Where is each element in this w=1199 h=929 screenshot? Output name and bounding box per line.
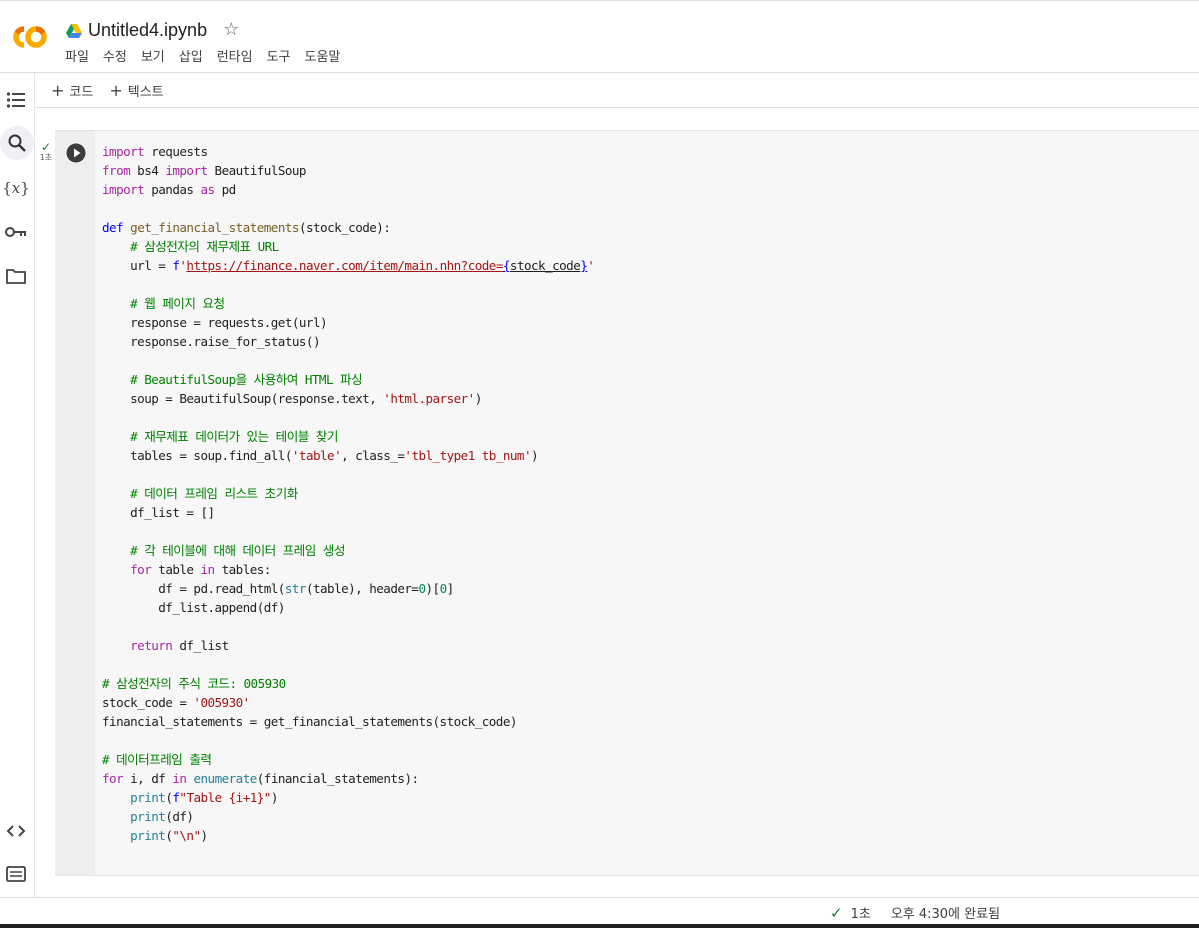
status-completed: 오후 4:30에 완료됨 bbox=[890, 907, 1001, 922]
code-line[interactable]: response.raise_for_status() bbox=[102, 332, 594, 351]
add-code-label: 코드 bbox=[69, 84, 94, 100]
status-duration: 1초 bbox=[850, 907, 871, 922]
menu-bar: 파일 수정 보기 삽입 런타임 도구 도움말 bbox=[58, 46, 347, 65]
check-icon: ✓ bbox=[830, 903, 843, 922]
code-line[interactable] bbox=[102, 275, 594, 294]
code-line[interactable]: response = requests.get(url) bbox=[102, 313, 594, 332]
code-line[interactable] bbox=[102, 655, 594, 674]
code-line[interactable]: from bs4 import BeautifulSoup bbox=[102, 161, 594, 180]
menu-help[interactable]: 도움말 bbox=[298, 46, 348, 65]
menu-file[interactable]: 파일 bbox=[58, 46, 96, 65]
code-line[interactable]: import requests bbox=[102, 142, 594, 161]
code-line[interactable]: # 웹 페이지 요청 bbox=[102, 294, 594, 313]
left-sidebar: {x} bbox=[0, 73, 35, 897]
code-line[interactable]: import pandas as pd bbox=[102, 180, 594, 199]
code-line[interactable] bbox=[102, 465, 594, 484]
code-line[interactable]: # 데이터프레임 출력 bbox=[102, 750, 594, 769]
code-line[interactable] bbox=[102, 522, 594, 541]
code-line[interactable]: # 재무제표 데이터가 있는 테이블 찾기 bbox=[102, 427, 594, 446]
add-text-label: 텍스트 bbox=[127, 84, 164, 100]
code-line[interactable]: def get_financial_statements(stock_code)… bbox=[102, 218, 594, 237]
code-line[interactable]: # 삼성전자의 주식 코드: 005930 bbox=[102, 674, 594, 693]
code-editor[interactable]: import requests from bs4 import Beautiful… bbox=[102, 142, 595, 845]
code-line[interactable]: for table in tables: bbox=[102, 560, 594, 579]
code-line[interactable]: df_list = [] bbox=[102, 503, 594, 522]
menu-edit[interactable]: 수정 bbox=[96, 46, 134, 65]
menu-runtime[interactable]: 런타임 bbox=[210, 46, 260, 65]
code-line[interactable]: # 각 테이블에 대해 데이터 프레임 생성 bbox=[102, 541, 594, 560]
google-drive-icon bbox=[66, 23, 82, 38]
code-line[interactable]: # 삼성전자의 재무제표 URL bbox=[102, 237, 594, 256]
header: Untitled4.ipynb ☆ 파일 수정 보기 삽입 런타임 도구 도움말 bbox=[0, 6, 1199, 73]
terminal-icon[interactable] bbox=[2, 860, 30, 888]
code-line[interactable] bbox=[102, 731, 594, 750]
menu-tools[interactable]: 도구 bbox=[260, 46, 298, 65]
code-line[interactable] bbox=[102, 617, 594, 636]
search-icon[interactable] bbox=[0, 126, 34, 160]
variables-icon[interactable]: {x} bbox=[2, 174, 30, 202]
code-line[interactable]: tables = soup.find_all('table', class_='… bbox=[102, 446, 594, 465]
code-line[interactable] bbox=[102, 408, 594, 427]
secrets-key-icon[interactable] bbox=[2, 218, 30, 246]
code-line[interactable] bbox=[102, 199, 594, 218]
files-folder-icon[interactable] bbox=[2, 262, 30, 290]
plus-icon: + bbox=[109, 80, 123, 100]
code-cell[interactable]: import requests from bs4 import Beautiful… bbox=[55, 130, 1199, 876]
table-of-contents-icon[interactable] bbox=[2, 86, 30, 114]
menu-insert[interactable]: 삽입 bbox=[172, 46, 210, 65]
code-line[interactable]: print("\n") bbox=[102, 826, 594, 845]
code-snippets-icon[interactable] bbox=[2, 817, 30, 845]
code-line[interactable]: soup = BeautifulSoup(response.text, 'htm… bbox=[102, 389, 594, 408]
code-line[interactable]: url = f'https://finance.naver.com/item/m… bbox=[102, 256, 595, 275]
run-cell-button[interactable] bbox=[66, 143, 86, 163]
code-line[interactable]: # BeautifulSoup을 사용하여 HTML 파싱 bbox=[102, 370, 594, 389]
code-line[interactable]: for i, df in enumerate(financial_stateme… bbox=[102, 769, 594, 788]
code-line[interactable]: print(f"Table {i+1}") bbox=[102, 788, 594, 807]
cell-exec-time: 1초 bbox=[39, 153, 53, 162]
cell-exec-status: ✓ 1초 bbox=[38, 141, 54, 163]
colab-logo-icon[interactable] bbox=[8, 22, 50, 52]
notebook-toolbar: + 코드 + 텍스트 bbox=[35, 73, 1199, 108]
add-code-button[interactable]: + 코드 bbox=[51, 81, 93, 100]
window-bottom-edge bbox=[0, 924, 1199, 928]
code-line[interactable]: df = pd.read_html(str(table), header=0)[… bbox=[102, 579, 594, 598]
code-line[interactable]: print(df) bbox=[102, 807, 594, 826]
add-text-button[interactable]: + 텍스트 bbox=[109, 81, 163, 100]
check-icon: ✓ bbox=[40, 140, 52, 154]
code-line[interactable]: # 데이터 프레임 리스트 초기화 bbox=[102, 484, 594, 503]
menu-view[interactable]: 보기 bbox=[134, 46, 172, 65]
star-icon[interactable]: ☆ bbox=[223, 21, 239, 39]
plus-icon: + bbox=[51, 80, 65, 100]
code-line[interactable]: df_list.append(df) bbox=[102, 598, 594, 617]
code-line[interactable]: financial_statements = get_financial_sta… bbox=[102, 712, 594, 731]
cell-gutter bbox=[55, 131, 95, 875]
code-line[interactable]: return df_list bbox=[102, 636, 594, 655]
notebook-title[interactable]: Untitled4.ipynb bbox=[88, 20, 207, 41]
code-line[interactable]: stock_code = '005930' bbox=[102, 693, 594, 712]
code-line[interactable] bbox=[102, 351, 594, 370]
